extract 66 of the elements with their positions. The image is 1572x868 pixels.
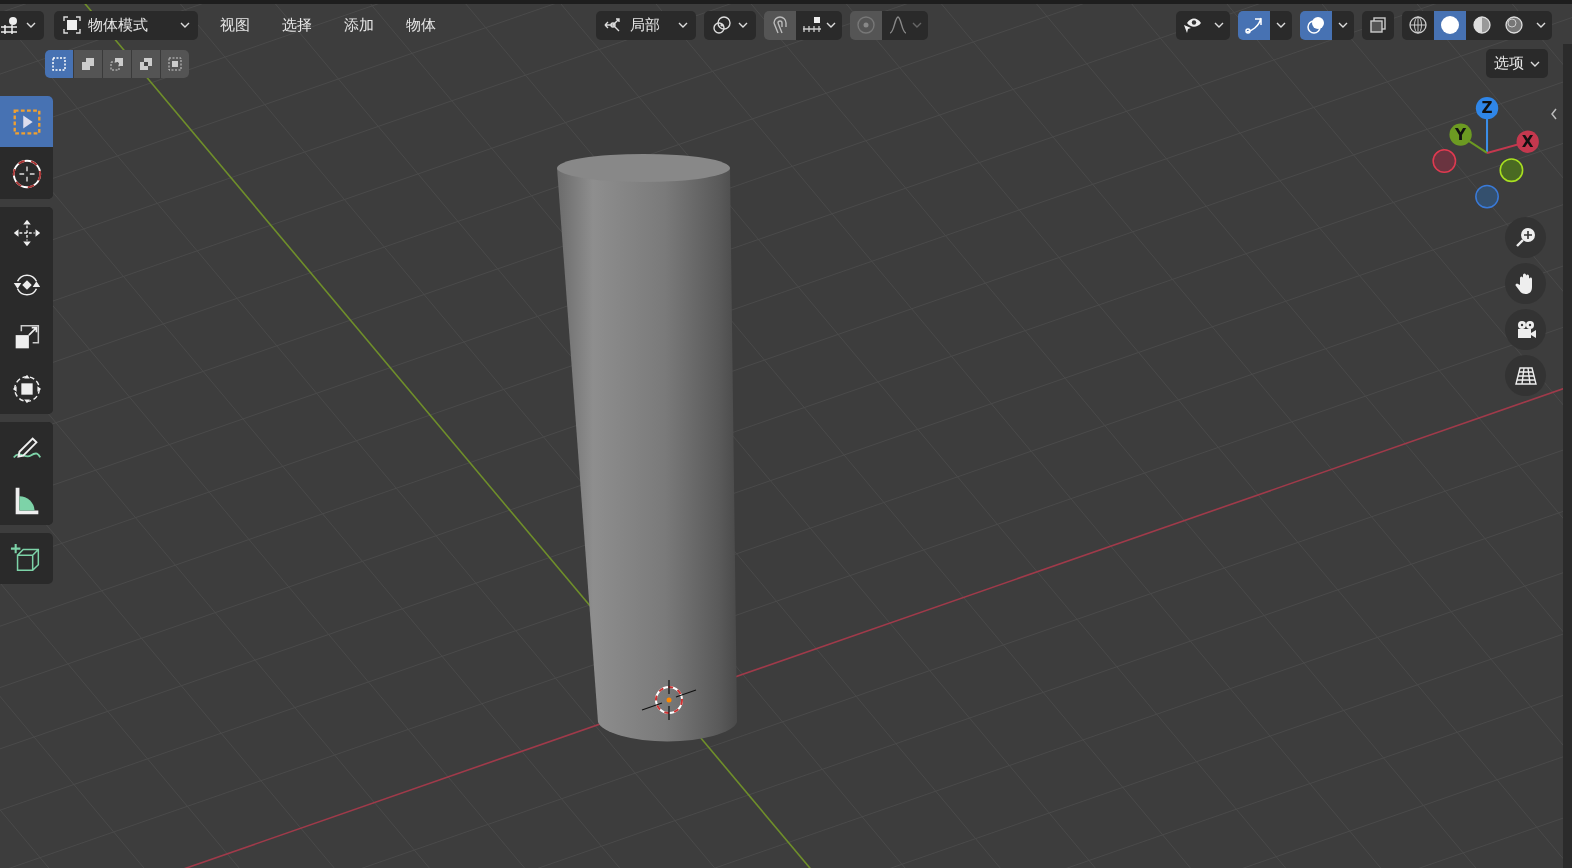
proportional-editing-icon [856, 15, 876, 35]
chevron-icon [1530, 60, 1540, 67]
gizmos-dropdown[interactable] [1270, 10, 1292, 40]
shading-dropdown[interactable] [1530, 10, 1552, 40]
solid-sphere-icon [1440, 15, 1460, 35]
falloff-dropdown[interactable] [882, 10, 928, 40]
solid-shading-button[interactable] [1434, 10, 1466, 40]
subtract-selection-button[interactable] [103, 50, 131, 78]
gizmo-icon [1244, 15, 1264, 35]
transform-orientation-dropdown[interactable]: 局部 [596, 10, 696, 40]
chevron-icon [826, 22, 836, 28]
negative-x-axis-icon [1432, 149, 1457, 173]
intersect-selection-icon [167, 56, 183, 72]
intersect-selection-button[interactable] [161, 50, 189, 78]
chevron-icon [1338, 22, 1348, 28]
falloff-curve-icon [888, 15, 908, 35]
overlays-toggle[interactable] [1300, 10, 1332, 40]
snap-target-dropdown[interactable] [796, 10, 842, 40]
visibility-dropdown[interactable] [1208, 10, 1230, 40]
chevron-icon [1276, 22, 1286, 28]
chevron-icon [180, 22, 190, 28]
increment-icon [802, 15, 822, 35]
chevron-icon [26, 22, 36, 28]
chevron-icon [912, 22, 922, 28]
wireframe-sphere-icon [1408, 15, 1428, 35]
extend-selection-button[interactable] [74, 50, 102, 78]
new-selection-button[interactable] [45, 50, 73, 78]
object-mode-icon [62, 15, 82, 35]
editor-type-button[interactable] [0, 10, 44, 40]
chevron-icon [1214, 22, 1224, 28]
negative-y-axis-icon [1499, 158, 1524, 183]
3d-cursor-icon [641, 679, 697, 721]
invert-selection-button[interactable] [132, 50, 160, 78]
options-dropdown[interactable]: 选项 [1486, 49, 1548, 78]
extend-selection-icon [80, 56, 96, 72]
wireframe-shading-button[interactable] [1402, 10, 1434, 40]
x-axis-button[interactable]: X [1516, 130, 1539, 153]
rendered-sphere-icon [1504, 15, 1524, 35]
material-sphere-icon [1472, 15, 1492, 35]
overlay-icon [1306, 15, 1326, 35]
xray-icon [1368, 15, 1388, 35]
pivot-point-button[interactable] [704, 10, 756, 40]
menu-item[interactable]: 物体 [396, 11, 446, 39]
chevron-icon [738, 22, 748, 28]
gizmos-toggle[interactable] [1238, 10, 1270, 40]
z-axis-button[interactable]: Z [1475, 97, 1499, 120]
xray-toggle[interactable] [1362, 10, 1394, 40]
proportional-editing-button[interactable] [850, 10, 882, 40]
visibility-toggle[interactable] [1176, 10, 1208, 40]
invert-selection-icon [138, 56, 154, 72]
menu-item[interactable]: 添加 [334, 11, 384, 39]
chevron-icon [1536, 22, 1546, 28]
y-axis-button[interactable]: Y [1449, 123, 1472, 146]
viewport-icon [0, 15, 20, 35]
overlays-dropdown[interactable] [1332, 10, 1354, 40]
subtract-selection-icon [109, 56, 125, 72]
menu-item[interactable]: 选择 [272, 11, 322, 39]
new-selection-icon [51, 56, 67, 72]
material-shading-button[interactable] [1466, 10, 1498, 40]
pivot-icon [712, 15, 732, 35]
negative-z-axis-icon [1475, 184, 1499, 209]
magnet-icon [770, 15, 790, 35]
mode-dropdown[interactable]: 物体模式 [54, 10, 198, 40]
snap-button[interactable] [764, 10, 796, 40]
menu-item[interactable]: 视图 [210, 11, 260, 39]
chevron-icon [678, 22, 688, 28]
